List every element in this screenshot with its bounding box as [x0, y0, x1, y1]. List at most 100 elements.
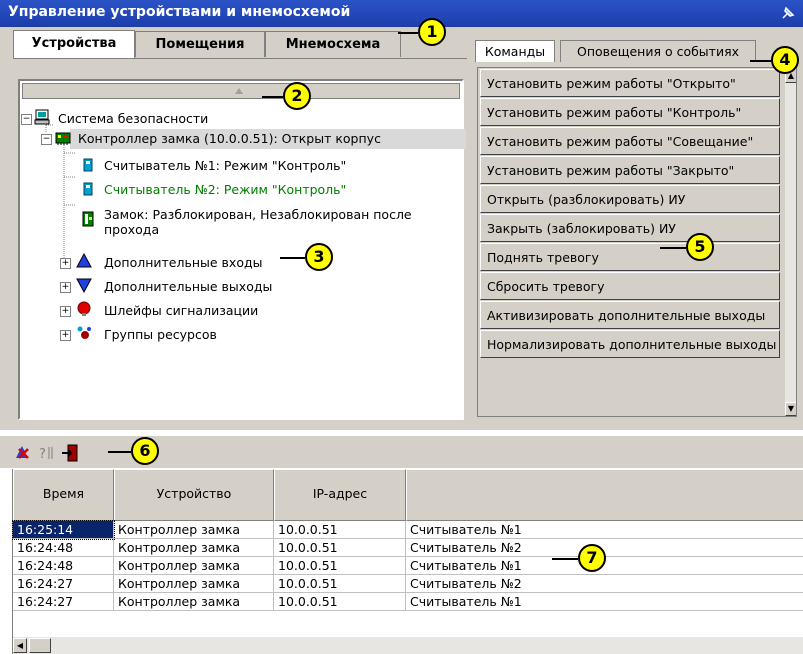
clear-events-icon[interactable] — [14, 444, 32, 462]
device-tree[interactable]: − Система безопасности − Контроллер замк… — [18, 79, 466, 420]
callout-arrow — [108, 451, 131, 453]
tab-event-notifications-label: Оповещения о событиях — [576, 44, 739, 59]
tree-item-extra-inputs[interactable]: Дополнительные входы — [104, 255, 262, 270]
tree-item-system[interactable]: Система безопасности — [58, 111, 208, 126]
scroll-thumb[interactable] — [29, 638, 51, 653]
command-button[interactable]: Поднять тревогу — [480, 243, 780, 271]
command-button[interactable]: Сбросить тревогу — [480, 272, 780, 300]
cell-event[interactable]: Считыватель №2 — [406, 575, 803, 593]
command-list-scrollbar[interactable]: ▲ ▼ — [785, 69, 796, 416]
cell-device[interactable]: Контроллер замка — [114, 593, 274, 611]
tab-commands[interactable]: Команды — [475, 40, 555, 62]
callout-number: 5 — [694, 237, 706, 256]
outputs-icon — [76, 278, 92, 293]
tree-item-label: Замок: Разблокирован, Незаблокирован пос… — [104, 207, 412, 222]
cell-ip[interactable]: 10.0.0.51 — [274, 593, 406, 611]
cell-device[interactable]: Контроллер замка — [114, 557, 274, 575]
tree-scroll-up-button[interactable] — [22, 83, 460, 99]
event-help-icon[interactable]: ? — [38, 444, 56, 462]
callout-marker: 5 — [686, 233, 714, 261]
command-button[interactable]: Установить режим работы "Совещание" — [480, 127, 780, 155]
window-title: Управление устройствами и мнемосхемой — [8, 4, 351, 20]
scroll-up-arrow-icon — [235, 88, 243, 94]
scroll-left-button[interactable]: ◀ — [13, 638, 27, 653]
column-header-device[interactable]: Устройство — [114, 469, 274, 521]
tab-mnemoscheme[interactable]: Мнемосхема — [265, 31, 401, 57]
callout-number: 3 — [313, 247, 325, 266]
cell-ip[interactable]: 10.0.0.51 — [274, 557, 406, 575]
column-header-time[interactable]: Время — [13, 469, 114, 521]
tree-item-reader-1[interactable]: Считыватель №1: Режим "Контроль" — [104, 158, 346, 173]
callout-arrow — [398, 32, 418, 34]
tree-item-extra-outputs[interactable]: Дополнительные выходы — [104, 279, 272, 294]
event-log-hscrollbar[interactable]: ◀ — [13, 637, 803, 654]
cell-device[interactable]: Контроллер замка — [114, 539, 274, 557]
cell-device[interactable]: Контроллер замка — [114, 575, 274, 593]
cell-ip[interactable]: 10.0.0.51 — [274, 521, 406, 539]
computer-icon — [34, 109, 50, 125]
tree-item-label: Группы ресурсов — [104, 327, 217, 342]
resource-group-icon — [77, 326, 91, 339]
expand-icon[interactable]: + — [60, 330, 71, 341]
exit-icon[interactable] — [60, 443, 80, 463]
column-header-ip[interactable]: IP-адрес — [274, 469, 406, 521]
tree-item-label: Дополнительные выходы — [104, 279, 273, 294]
collapse-icon[interactable]: − — [41, 134, 52, 145]
cell-ip[interactable]: 10.0.0.51 — [274, 575, 406, 593]
cell-ip[interactable]: 10.0.0.51 — [274, 539, 406, 557]
callout-marker: 2 — [283, 82, 311, 110]
pin-icon[interactable] — [779, 4, 797, 22]
cell-time[interactable]: 16:24:48 — [13, 557, 114, 575]
command-button[interactable]: Закрыть (заблокировать) ИУ — [480, 214, 780, 242]
cell-time[interactable]: 16:24:27 — [13, 593, 114, 611]
command-button[interactable]: Установить режим работы "Закрыто" — [480, 156, 780, 184]
callout-marker: 7 — [578, 544, 606, 572]
command-button[interactable]: Нормализировать дополнительные выходы — [480, 330, 780, 358]
commands-pane: Команды Оповещения о событиях Установить… — [470, 27, 803, 430]
callout-number: 1 — [426, 22, 438, 41]
expand-icon[interactable]: + — [60, 306, 71, 317]
cell-event[interactable]: Считыватель №1 — [406, 521, 803, 539]
tab-devices[interactable]: Устройства — [13, 30, 135, 58]
command-button[interactable]: Активизировать дополнительные выходы — [480, 301, 780, 329]
tree-item-lock[interactable]: Замок: Разблокирован, Незаблокирован пос… — [104, 207, 412, 237]
collapse-icon[interactable]: − — [21, 114, 32, 125]
tab-rooms[interactable]: Помещения — [135, 31, 265, 57]
command-button[interactable]: Установить режим работы "Контроль" — [480, 98, 780, 126]
lock-icon — [82, 211, 94, 227]
svg-text:?: ? — [39, 447, 46, 462]
tree-item-controller[interactable]: Контроллер замка (10.0.0.51): Открыт кор… — [78, 131, 381, 146]
tree-item-label: Считыватель №2: Режим "Контроль" — [104, 182, 347, 197]
tab-event-notifications[interactable]: Оповещения о событиях — [560, 40, 756, 62]
expand-icon[interactable]: + — [60, 258, 71, 269]
callout-arrow — [262, 96, 283, 98]
tab-devices-label: Устройства — [31, 36, 117, 51]
command-button[interactable]: Установить режим работы "Открыто" — [480, 69, 780, 97]
command-list[interactable]: Установить режим работы "Открыто" Устано… — [477, 67, 797, 417]
column-header-label: Время — [42, 486, 85, 501]
callout-number: 4 — [779, 50, 791, 69]
tree-item-reader-2[interactable]: Считыватель №2: Режим "Контроль" — [104, 182, 346, 197]
cell-device[interactable]: Контроллер замка — [114, 521, 274, 539]
tree-item-label: Система безопасности — [58, 111, 209, 126]
tree-item-label: Шлейфы сигнализации — [104, 303, 259, 318]
tree-item-resource-groups[interactable]: Группы ресурсов — [104, 327, 217, 342]
expand-icon[interactable]: + — [60, 282, 71, 293]
column-header-label: Устройство — [156, 486, 232, 501]
command-button[interactable]: Открыть (разблокировать) ИУ — [480, 185, 780, 213]
cell-time[interactable]: 16:24:27 — [13, 575, 114, 593]
scroll-down-button[interactable]: ▼ — [785, 402, 796, 416]
cell-time[interactable]: 16:24:48 — [13, 539, 114, 557]
reader-icon — [83, 182, 93, 196]
alarm-loop-icon — [77, 301, 91, 316]
callout-marker: 1 — [418, 18, 446, 46]
tree-item-alarm-loops[interactable]: Шлейфы сигнализации — [104, 303, 258, 318]
cell-event[interactable]: Считыватель №1 — [406, 593, 803, 611]
column-header-event[interactable] — [406, 469, 803, 521]
callout-number: 2 — [291, 86, 303, 105]
cell-time[interactable]: 16:25:14 — [12, 520, 115, 540]
devices-pane: Устройства Помещения Мнемосхема − Систем… — [0, 27, 470, 430]
tree-item-label: Контроллер замка (10.0.0.51): Открыт кор… — [78, 131, 381, 146]
callout-marker: 3 — [305, 243, 333, 271]
event-log-table[interactable]: Время Устройство IP-адрес 16:25:14 Контро… — [12, 469, 803, 654]
